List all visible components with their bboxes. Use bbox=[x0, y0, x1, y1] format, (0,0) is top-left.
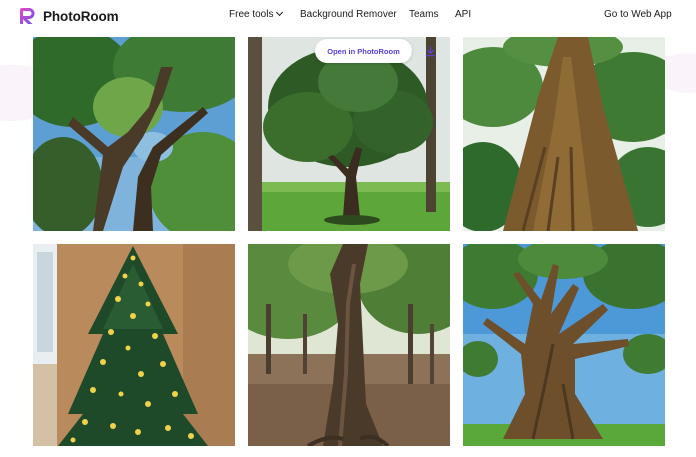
chevron-down-icon bbox=[276, 8, 284, 17]
lone-tree-meadow-image bbox=[248, 37, 450, 231]
gallery-image-5[interactable] bbox=[248, 244, 450, 446]
top-navigation-bar: PhotoRoom Free tools Background Remover … bbox=[0, 0, 696, 33]
photoroom-logo-icon bbox=[20, 8, 35, 24]
nav-free-tools-label: Free tools bbox=[229, 9, 274, 20]
gallery-image-6[interactable] bbox=[463, 244, 665, 446]
tree-trunk-image bbox=[463, 37, 665, 231]
nav-api[interactable]: API bbox=[455, 9, 471, 20]
christmas-tree-image bbox=[33, 244, 235, 446]
gallery-image-3[interactable] bbox=[463, 37, 665, 231]
nav-teams[interactable]: Teams bbox=[409, 9, 438, 20]
twisted-trunk-forest-image bbox=[248, 244, 450, 446]
tree-canopy-image bbox=[33, 37, 235, 231]
go-to-web-app-link[interactable]: Go to Web App bbox=[604, 9, 672, 20]
download-button[interactable] bbox=[419, 39, 441, 63]
open-in-photoroom-button[interactable]: Open in PhotoRoom bbox=[315, 39, 412, 63]
gallery-image-4[interactable] bbox=[33, 244, 235, 446]
photoroom-logo[interactable]: PhotoRoom bbox=[19, 6, 119, 26]
nav-free-tools[interactable]: Free tools bbox=[229, 8, 284, 20]
gallery-image-1[interactable] bbox=[33, 37, 235, 231]
brand-name: PhotoRoom bbox=[43, 8, 119, 24]
download-icon bbox=[425, 45, 435, 56]
spreading-tree-image bbox=[463, 244, 665, 446]
nav-background-remover[interactable]: Background Remover bbox=[300, 9, 397, 20]
gallery-image-2[interactable] bbox=[248, 37, 450, 231]
